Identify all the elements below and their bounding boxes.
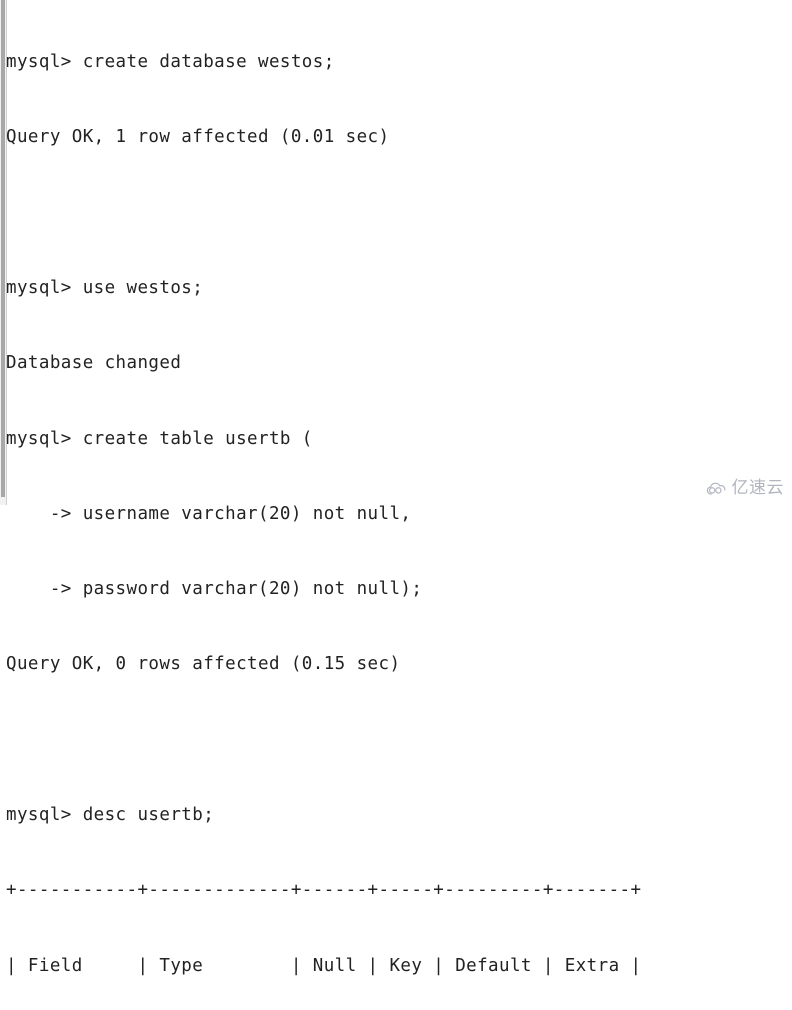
- console-line: mysql> desc usertb;: [6, 805, 215, 825]
- console-line: -> password varchar(20) not null);: [6, 579, 423, 600]
- console-line: mysql> use westos;: [6, 278, 204, 299]
- console-output: mysql> create database westos; Query OK,…: [6, 0, 792, 1010]
- console-line: Query OK, 0 rows affected (0.15 sec): [6, 654, 401, 675]
- table-border-top: +-----------+-------------+------+-----+…: [6, 880, 642, 901]
- watermark: 亿速云: [706, 480, 785, 497]
- terminal-window[interactable]: mysql> create database westos; Query OK,…: [0, 0, 792, 976]
- console-line: mysql> create database westos;: [6, 52, 335, 73]
- console-line: -> username varchar(20) not null,: [6, 503, 412, 524]
- console-line: Query OK, 1 row affected (0.01 sec): [6, 127, 390, 148]
- console-line: mysql> create table usertb (: [6, 428, 313, 449]
- watermark-text: 亿速云: [731, 478, 784, 498]
- cloud-icon: [706, 481, 728, 496]
- table-header-row: | Field | Type | Null | Key | Default | …: [6, 955, 642, 976]
- scrollbar-thumb[interactable]: [1, 0, 5, 497]
- console-line: Database changed: [6, 353, 182, 374]
